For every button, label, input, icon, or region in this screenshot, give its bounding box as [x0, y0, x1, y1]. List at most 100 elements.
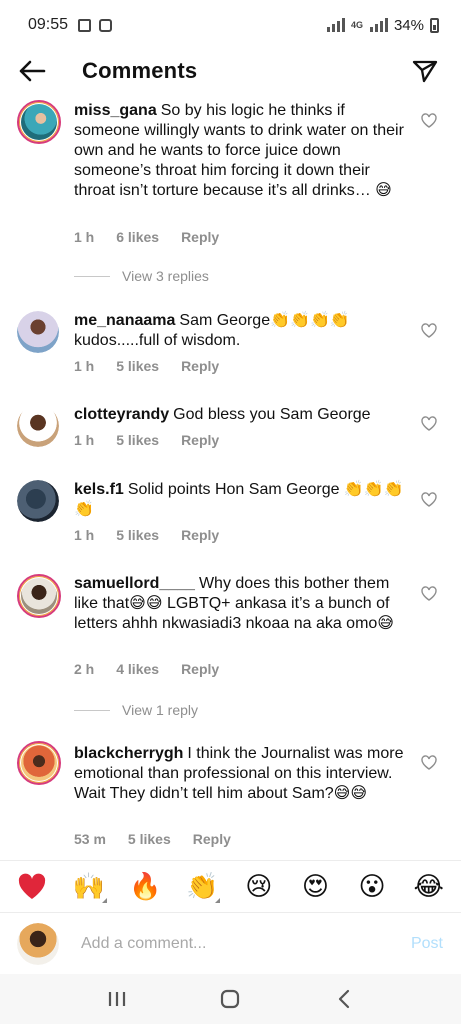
comment-text: God bless you Sam George [173, 406, 371, 423]
emoji-crying-button[interactable]: 😢 [239, 867, 279, 907]
comment-time: 1 h [74, 229, 95, 245]
system-back-button[interactable] [324, 979, 364, 1019]
comment-likes[interactable]: 6 likes [116, 229, 159, 245]
comment-composer: Post [0, 912, 461, 974]
reply-button[interactable]: Reply [181, 661, 219, 677]
divider-line [74, 709, 110, 711]
comment-meta: 1 h 5 likes Reply [74, 358, 219, 374]
app-notification-icon [99, 18, 113, 32]
like-button[interactable] [418, 412, 440, 434]
comment-username[interactable]: me_nanaama [74, 312, 175, 329]
heart-icon [421, 112, 437, 128]
recent-apps-icon [108, 992, 125, 1006]
comment-input[interactable] [81, 934, 381, 953]
comments-list[interactable]: miss_gana So by his logic he thinks if so… [0, 95, 461, 860]
like-button[interactable] [418, 751, 440, 773]
red-heart-emoji-icon [19, 873, 46, 899]
comment-time: 53 m [74, 831, 106, 847]
share-button[interactable] [407, 53, 443, 89]
home-icon [221, 989, 240, 1009]
like-button[interactable] [418, 109, 440, 131]
comment-username[interactable]: samuellord____ [74, 575, 195, 592]
comment-likes[interactable]: 4 likes [116, 661, 159, 677]
comment-body: kels.f1 Solid points Hon Sam George 👏👏👏👏 [74, 480, 404, 520]
view-replies-label: View 1 reply [122, 702, 199, 718]
network-type: 4G [350, 19, 363, 30]
recent-apps-button[interactable] [97, 979, 137, 1019]
comment-likes[interactable]: 5 likes [128, 831, 171, 847]
comment-body: clotteyrandy God bless you Sam George [74, 405, 404, 425]
clapping-hands-emoji-icon: 👏 [186, 871, 219, 901]
emoji-heart-button[interactable] [12, 867, 52, 907]
divider-line [74, 275, 110, 277]
view-replies-label: View 3 replies [122, 268, 209, 284]
cell-signal-icon [369, 18, 388, 32]
heart-icon [421, 585, 437, 601]
comment-likes[interactable]: 5 likes [116, 432, 159, 448]
wifi-signal-icon [326, 18, 345, 32]
comment-username[interactable]: clotteyrandy [74, 406, 169, 423]
reply-button[interactable]: Reply [181, 432, 219, 448]
gallery-notification-icon [78, 18, 92, 32]
status-time: 09:55 [28, 16, 69, 33]
send-icon [412, 60, 438, 83]
heart-icon [421, 491, 437, 507]
like-button[interactable] [418, 488, 440, 510]
comment-username[interactable]: kels.f1 [74, 481, 124, 498]
heart-icon [421, 415, 437, 431]
comment-likes[interactable]: 5 likes [116, 358, 159, 374]
comment-time: 1 h [74, 432, 95, 448]
emoji-clap-button[interactable]: 👏 [182, 867, 222, 907]
comment-meta: 1 h 6 likes Reply [74, 229, 219, 245]
comment-time: 1 h [74, 527, 95, 543]
system-navigation-bar [0, 974, 461, 1024]
comment-body: samuellord____ Why does this bother them … [74, 574, 404, 634]
comment-body: me_nanaama Sam George👏👏👏👏 kudos.....full … [74, 311, 404, 351]
crying-face-emoji-icon: 😢 [245, 871, 273, 901]
like-button[interactable] [418, 319, 440, 341]
comment-meta: 53 m 5 likes Reply [74, 831, 231, 847]
emoji-raised-hands-button[interactable]: 🙌 [69, 867, 109, 907]
comment-likes[interactable]: 5 likes [116, 527, 159, 543]
view-replies-button[interactable]: View 3 replies [74, 268, 209, 284]
avatar[interactable] [17, 311, 59, 353]
tears-of-joy-emoji-icon: 😂 [413, 871, 444, 901]
battery-percent: 34% [393, 16, 424, 34]
avatar[interactable] [17, 741, 61, 785]
comment-time: 2 h [74, 661, 95, 677]
heart-icon [421, 754, 437, 770]
battery-icon [430, 17, 439, 33]
surprised-face-emoji-icon: 😮 [358, 871, 386, 901]
comment-username[interactable]: miss_gana [74, 102, 157, 119]
comment-meta: 1 h 5 likes Reply [74, 432, 219, 448]
emoji-surprised-button[interactable]: 😮 [352, 867, 392, 907]
view-replies-button[interactable]: View 1 reply [74, 702, 198, 718]
avatar[interactable] [17, 100, 61, 144]
avatar[interactable] [17, 574, 61, 618]
reply-button[interactable]: Reply [181, 229, 219, 245]
like-button[interactable] [418, 582, 440, 604]
back-button[interactable] [2, 50, 62, 92]
comment-body: miss_gana So by his logic he thinks if so… [74, 101, 404, 201]
comment-time: 1 h [74, 358, 95, 374]
header: Comments [0, 50, 461, 92]
comment-body: blackcherrygh I think the Journalist was … [74, 744, 404, 804]
avatar[interactable] [17, 405, 59, 447]
reply-button[interactable]: Reply [181, 527, 219, 543]
post-button[interactable]: Post [411, 935, 443, 953]
comment-username[interactable]: blackcherrygh [74, 745, 183, 762]
emoji-quick-bar: 🙌 🔥 👏 😢 😍 😮 😂 [0, 860, 461, 912]
chevron-left-icon [339, 989, 350, 1009]
emoji-fire-button[interactable]: 🔥 [126, 867, 166, 907]
reply-button[interactable]: Reply [181, 358, 219, 374]
emoji-laughing-button[interactable]: 😂 [409, 867, 449, 907]
emoji-heart-eyes-button[interactable]: 😍 [295, 867, 335, 907]
heart-eyes-emoji-icon: 😍 [301, 871, 329, 901]
status-bar: 09:55 4G 34% [0, 0, 461, 50]
reply-button[interactable]: Reply [193, 831, 231, 847]
back-arrow-icon [19, 60, 46, 82]
home-button[interactable] [210, 979, 250, 1019]
comment-meta: 1 h 5 likes Reply [74, 527, 219, 543]
avatar[interactable] [17, 480, 59, 522]
raised-hands-emoji-icon: 🙌 [72, 871, 106, 901]
